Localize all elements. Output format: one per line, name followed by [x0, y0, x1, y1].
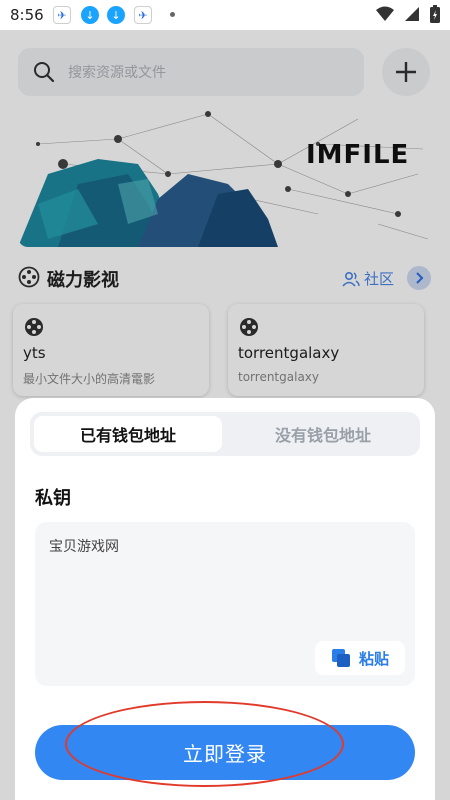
tab-has-wallet[interactable]: 已有钱包地址 — [34, 416, 222, 452]
tab-no-wallet[interactable]: 没有钱包地址 — [230, 416, 416, 452]
wallet-tabs: 已有钱包地址 没有钱包地址 — [30, 412, 420, 456]
battery-charging-icon — [430, 5, 440, 23]
login-sheet: 已有钱包地址 没有钱包地址 私钥 宝贝游戏网 粘贴 立即登录 — [15, 398, 435, 800]
app-notification-icon: ✈ — [134, 6, 152, 24]
more-notifications-dot — [170, 12, 175, 17]
private-key-box[interactable]: 宝贝游戏网 粘贴 — [35, 522, 415, 686]
download-notification-icon: ↓ — [81, 6, 99, 24]
download-notification-icon: ↓ — [107, 6, 125, 24]
paste-button[interactable]: 粘贴 — [315, 641, 405, 675]
status-bar: 8:56 ✈ ↓ ↓ ✈ — [0, 0, 450, 30]
system-icons — [376, 5, 440, 23]
app-notification-icon: ✈ — [53, 6, 71, 24]
status-time: 8:56 — [10, 6, 44, 24]
private-key-label: 私钥 — [35, 488, 71, 509]
paste-label: 粘贴 — [358, 649, 389, 668]
private-key-input[interactable]: 宝贝游戏网 — [47, 534, 401, 628]
login-button[interactable]: 立即登录 — [35, 725, 415, 780]
copy-icon — [331, 649, 350, 667]
wifi-icon — [376, 6, 394, 21]
signal-icon — [405, 7, 419, 21]
